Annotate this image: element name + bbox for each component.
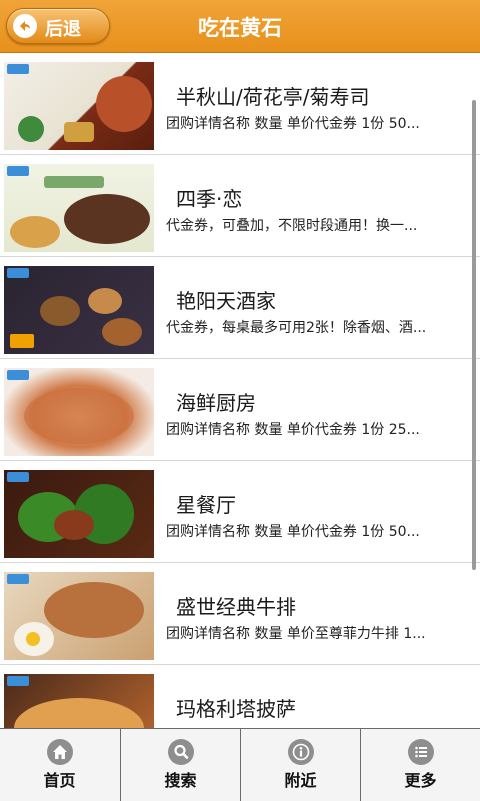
tag-icon <box>7 166 29 176</box>
tab-label: 附近 <box>284 771 317 790</box>
tab-home[interactable]: 首页 <box>0 729 119 801</box>
tag-icon <box>7 676 29 686</box>
item-thumbnail <box>4 62 154 150</box>
home-icon <box>47 739 73 765</box>
tab-search[interactable]: 搜索 <box>120 729 239 801</box>
bottom-tab-bar: 首页 搜索 附近 更多 <box>0 728 480 801</box>
list-item[interactable]: 星餐厅 团购详情名称 数量 单价代金券 1份 50... <box>0 461 480 563</box>
item-description: 团购详情名称 数量 单价至尊菲力牛排 1... <box>166 626 426 642</box>
list-item[interactable]: 半秋山/荷花亭/菊寿司 团购详情名称 数量 单价代金券 1份 50... <box>0 53 480 155</box>
item-title: 四季·恋 <box>176 187 243 211</box>
tab-nearby[interactable]: 附近 <box>240 729 359 801</box>
item-title: 星餐厅 <box>176 493 236 517</box>
item-title: 海鲜厨房 <box>176 391 256 415</box>
tab-more[interactable]: 更多 <box>360 729 480 801</box>
list-item[interactable]: 艳阳天酒家 代金券，每桌最多可用2张！除香烟、酒... <box>0 257 480 359</box>
tab-label: 首页 <box>43 771 76 790</box>
item-title: 半秋山/荷花亭/菊寿司 <box>176 85 370 109</box>
list-item[interactable]: 四季·恋 代金券，可叠加，不限时段通用！换一... <box>0 155 480 257</box>
tag-icon <box>7 64 29 74</box>
list-icon <box>408 739 434 765</box>
item-thumbnail <box>4 164 154 252</box>
list-item[interactable]: 海鲜厨房 团购详情名称 数量 单价代金券 1份 25... <box>0 359 480 461</box>
item-thumbnail <box>4 470 154 558</box>
item-description: 代金券，每桌最多可用2张！除香烟、酒... <box>166 320 427 336</box>
info-icon <box>288 739 314 765</box>
item-thumbnail <box>4 266 154 354</box>
item-thumbnail <box>4 674 154 728</box>
tag-icon <box>7 268 29 278</box>
tab-label: 更多 <box>404 771 437 790</box>
item-title: 艳阳天酒家 <box>176 289 276 313</box>
item-thumbnail <box>4 368 154 456</box>
item-thumbnail <box>4 572 154 660</box>
list-scrollbar[interactable] <box>472 100 476 570</box>
tag-icon <box>7 370 29 380</box>
page-title: 吃在黄石 <box>198 16 282 40</box>
tag-icon <box>7 472 29 482</box>
app-header: 后退 吃在黄石 <box>0 0 480 53</box>
item-description: 代金券，可叠加，不限时段通用！换一... <box>166 218 418 234</box>
item-title: 玛格利塔披萨 <box>176 697 296 721</box>
deal-list[interactable]: 半秋山/荷花亭/菊寿司 团购详情名称 数量 单价代金券 1份 50... 四季·… <box>0 53 480 728</box>
item-description: 团购详情名称 数量 单价代金券 1份 50... <box>166 524 420 540</box>
item-title: 盛世经典牛排 <box>176 595 296 619</box>
item-description: 团购详情名称 数量 单价代金券 1份 50... <box>166 116 420 132</box>
item-description: 团购详情名称 数量 单价代金券 1份 25... <box>166 422 420 438</box>
tab-label: 搜索 <box>164 771 197 790</box>
search-icon <box>168 739 194 765</box>
list-item[interactable]: 盛世经典牛排 团购详情名称 数量 单价至尊菲力牛排 1... <box>0 563 480 665</box>
list-item[interactable]: 玛格利塔披萨 <box>0 665 480 728</box>
tag-icon <box>7 574 29 584</box>
